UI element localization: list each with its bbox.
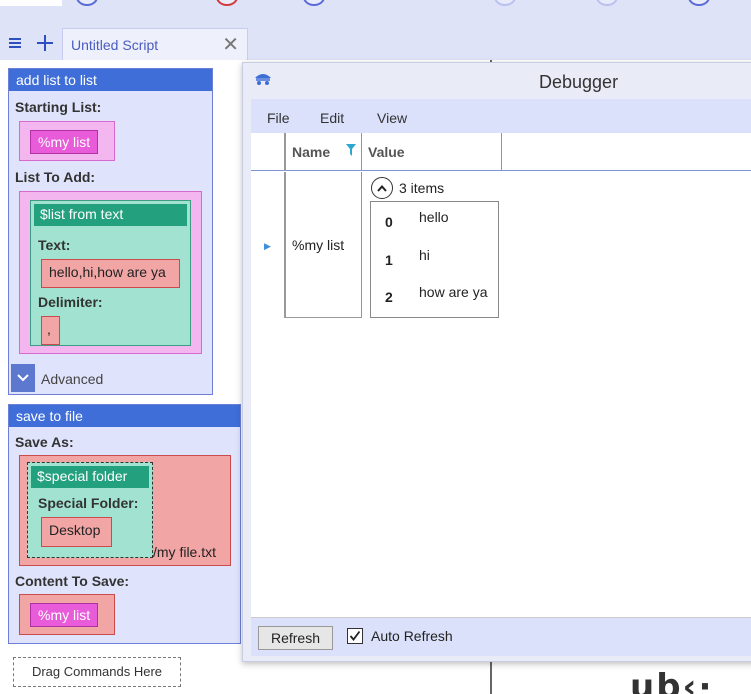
save-as-label: Save As: xyxy=(15,434,74,450)
variable-name-cell[interactable]: %my list xyxy=(284,172,362,318)
menu-edit[interactable]: Edit xyxy=(320,110,344,126)
menu-view[interactable]: View xyxy=(377,110,407,126)
drag-commands-drop-zone[interactable]: Drag Commands Here xyxy=(13,657,181,687)
save-as-slot[interactable]: $special folder Special Folder: Desktop … xyxy=(19,455,231,566)
tab-label: Untitled Script xyxy=(71,37,159,53)
list-item-value: hi xyxy=(419,247,430,263)
menu-file[interactable]: File xyxy=(267,110,290,126)
command-save-to-file[interactable]: save to file Save As: $special folder Sp… xyxy=(8,404,241,644)
list-items-box: 0 hello 1 hi 2 how are ya xyxy=(370,201,499,318)
toolbar-circle-icon[interactable] xyxy=(494,0,516,6)
refresh-button[interactable]: Refresh xyxy=(258,626,333,650)
debugger-title-bar[interactable]: Debugger xyxy=(243,63,751,99)
filter-icon[interactable] xyxy=(346,144,356,159)
toolbar-circle-icon[interactable] xyxy=(76,0,98,6)
column-header-name[interactable]: Name xyxy=(284,133,362,171)
collapse-chevron-up-icon[interactable] xyxy=(371,177,393,199)
variable-pill[interactable]: %my list xyxy=(30,130,99,154)
close-icon[interactable]: ✕ xyxy=(222,32,239,57)
text-label: Text: xyxy=(38,237,71,253)
script-editor: add list to list Starting List: %my list… xyxy=(0,60,245,694)
items-count-label: 3 items xyxy=(399,180,445,196)
command-add-list-to-list[interactable]: add list to list Starting List: %my list… xyxy=(8,68,213,395)
column-header-value[interactable]: Value xyxy=(362,133,502,171)
toolbar-circle-icon[interactable] xyxy=(596,0,618,6)
row-expand-arrow-icon[interactable]: ▶ xyxy=(264,241,271,252)
auto-refresh-label[interactable]: Auto Refresh xyxy=(371,628,453,644)
top-toolbar-strip xyxy=(0,0,751,26)
list-to-add-slot[interactable]: $list from text Text: hello,hi,how are y… xyxy=(19,191,202,354)
function-title: $list from text xyxy=(34,204,187,226)
top-tab-fragment xyxy=(0,0,62,6)
list-item-value: hello xyxy=(419,209,449,225)
toolbar-circle-icon[interactable] xyxy=(303,0,325,6)
debugger-menu-bar: File Edit View xyxy=(251,99,751,133)
script-tab-bar: Untitled Script ✕ xyxy=(0,26,751,60)
function-title: $special folder xyxy=(31,466,149,488)
command-title: add list to list xyxy=(9,69,212,91)
debugger-title: Debugger xyxy=(539,72,619,92)
special-folder-label: Special Folder: xyxy=(38,495,139,511)
list-item-index: 0 xyxy=(385,214,393,230)
list-to-add-label: List To Add: xyxy=(15,169,96,185)
chevron-down-icon[interactable] xyxy=(11,364,35,392)
row-selector-header xyxy=(251,133,284,171)
column-name-label: Name xyxy=(292,144,331,160)
delimiter-input[interactable]: , xyxy=(41,316,60,345)
plus-icon[interactable] xyxy=(31,29,59,57)
text-input[interactable]: hello,hi,how are ya xyxy=(41,259,180,288)
starting-list-label: Starting List: xyxy=(15,99,102,115)
variables-grid-header: Name Value xyxy=(251,133,751,171)
starting-list-slot[interactable]: %my list xyxy=(19,121,115,161)
list-from-text-block[interactable]: $list from text Text: hello,hi,how are y… xyxy=(30,200,191,346)
command-title: save to file xyxy=(9,405,240,427)
special-folder-input[interactable]: Desktop xyxy=(41,517,112,547)
list-item-index: 1 xyxy=(385,252,393,268)
tab-untitled-script[interactable]: Untitled Script ✕ xyxy=(62,28,248,60)
debugger-window: Debugger File Edit View Name Value ▶ %my… xyxy=(242,62,751,662)
list-item-value: how are ya xyxy=(419,284,488,300)
debugger-content: File Edit View Name Value ▶ %my list 3 i… xyxy=(251,99,751,656)
hamburger-icon[interactable] xyxy=(1,29,29,57)
debugger-footer: Refresh Auto Refresh xyxy=(251,617,751,656)
content-to-save-slot[interactable]: %my list xyxy=(19,594,115,635)
variable-pill[interactable]: %my list xyxy=(30,603,99,627)
debugger-window-icon xyxy=(253,72,273,86)
special-folder-block[interactable]: $special folder Special Folder: Desktop xyxy=(27,462,153,558)
toolbar-circle-icon[interactable] xyxy=(688,0,710,6)
content-to-save-label: Content To Save: xyxy=(15,573,130,589)
logo-fragment: ub‹· xyxy=(630,667,714,694)
path-suffix-text[interactable]: /my file.txt xyxy=(153,544,216,560)
advanced-label[interactable]: Advanced xyxy=(41,371,103,387)
auto-refresh-checkbox[interactable] xyxy=(347,628,363,644)
toolbar-stop-icon[interactable] xyxy=(216,0,238,6)
list-item-index: 2 xyxy=(385,289,393,305)
delimiter-label: Delimiter: xyxy=(38,294,103,310)
